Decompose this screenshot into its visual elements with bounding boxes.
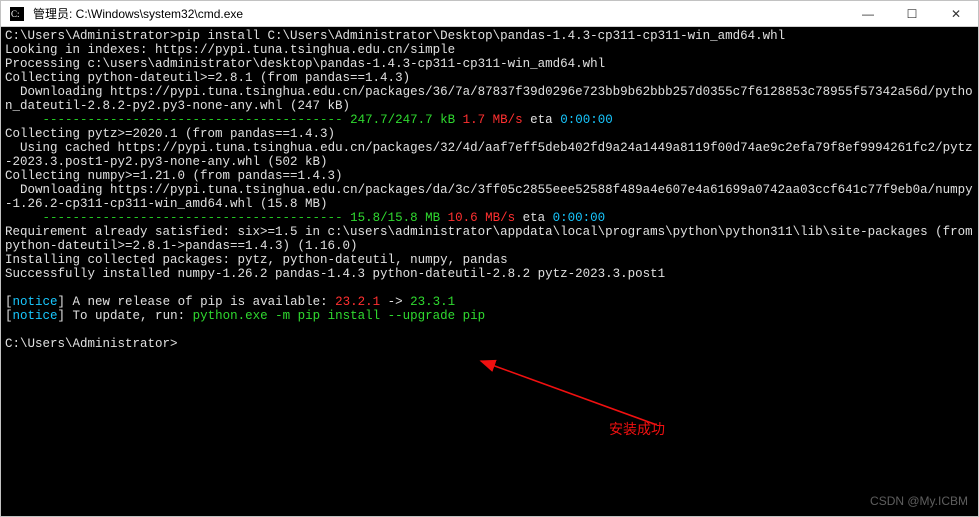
output-line: Collecting numpy>=1.21.0 (from pandas==1…: [5, 169, 343, 183]
output-line: Successfully installed numpy-1.26.2 pand…: [5, 267, 665, 281]
maximize-button[interactable]: ☐: [890, 1, 934, 26]
notice-tag: notice: [13, 295, 58, 309]
output-line: Collecting pytz>=2020.1 (from pandas==1.…: [5, 127, 335, 141]
bracket: [: [5, 295, 13, 309]
eta-value: 0:00:00: [553, 211, 606, 225]
output-line: Requirement already satisfied: six>=1.5 …: [5, 225, 979, 253]
prompt: C:\Users\Administrator>: [5, 337, 178, 351]
cmd-icon: C:: [5, 2, 29, 26]
terminal-output[interactable]: C:\Users\Administrator>pip install C:\Us…: [1, 27, 978, 516]
command-text: pip install C:\Users\Administrator\Deskt…: [178, 29, 786, 43]
eta-label: eta: [530, 113, 553, 127]
output-line: Processing c:\users\administrator\deskto…: [5, 57, 605, 71]
window-controls: — ☐ ✕: [846, 1, 978, 26]
prompt: C:\Users\Administrator>: [5, 29, 178, 43]
progress-bar: ----------------------------------------: [5, 211, 350, 225]
close-button[interactable]: ✕: [934, 1, 978, 26]
title-bar[interactable]: C: 管理员: C:\Windows\system32\cmd.exe — ☐ …: [1, 1, 978, 27]
output-line: Collecting python-dateutil>=2.8.1 (from …: [5, 71, 410, 85]
upgrade-command: python.exe -m pip install --upgrade pip: [193, 309, 486, 323]
minimize-button[interactable]: —: [846, 1, 890, 26]
progress-speed: 10.6 MB/s: [448, 211, 516, 225]
output-line: Installing collected packages: pytz, pyt…: [5, 253, 508, 267]
bracket: ]: [58, 295, 66, 309]
output-line: Downloading https://pypi.tuna.tsinghua.e…: [5, 85, 973, 113]
version-new: 23.3.1: [410, 295, 455, 309]
window-title: 管理员: C:\Windows\system32\cmd.exe: [33, 5, 846, 22]
bracket: [: [5, 309, 13, 323]
arrow-text: ->: [380, 295, 410, 309]
progress-bar: ----------------------------------------: [5, 113, 350, 127]
progress-size: 247.7/247.7 kB: [350, 113, 455, 127]
svg-text:C:: C:: [11, 9, 20, 19]
bracket: ]: [58, 309, 66, 323]
notice-tag: notice: [13, 309, 58, 323]
eta-label: eta: [523, 211, 546, 225]
output-line: Looking in indexes: https://pypi.tuna.ts…: [5, 43, 455, 57]
cmd-window: C: 管理员: C:\Windows\system32\cmd.exe — ☐ …: [0, 0, 979, 517]
output-line: Using cached https://pypi.tuna.tsinghua.…: [5, 141, 973, 169]
version-old: 23.2.1: [335, 295, 380, 309]
eta-value: 0:00:00: [560, 113, 613, 127]
notice-text: To update, run:: [65, 309, 193, 323]
output-line: Downloading https://pypi.tuna.tsinghua.e…: [5, 183, 973, 211]
notice-text: A new release of pip is available:: [65, 295, 335, 309]
progress-size: 15.8/15.8 MB: [350, 211, 440, 225]
progress-speed: 1.7 MB/s: [463, 113, 523, 127]
